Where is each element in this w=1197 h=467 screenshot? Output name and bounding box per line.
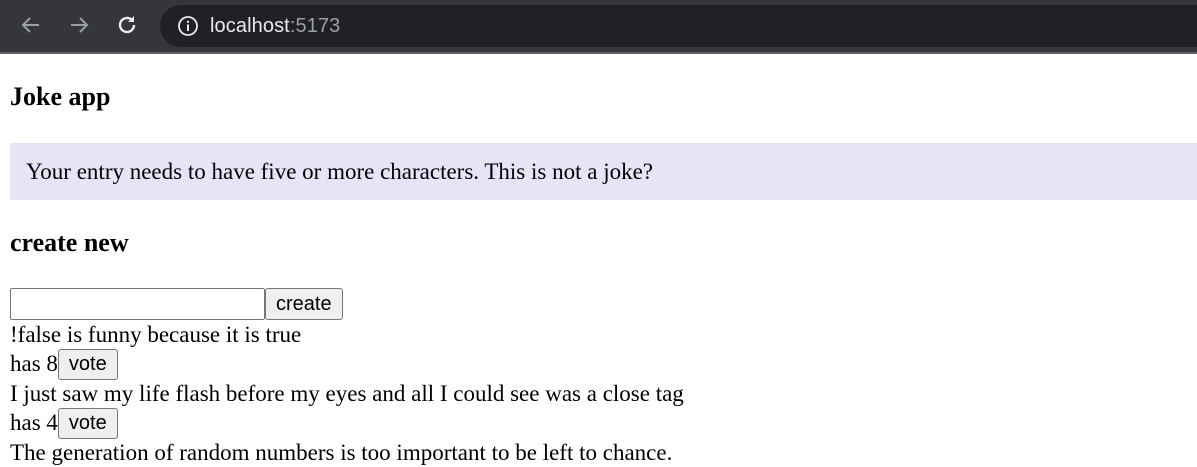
joke-content: I just saw my life flash before my eyes … xyxy=(10,381,684,406)
joke-content: !false is funny because it is true xyxy=(10,322,302,347)
joke-votes: has 8 vote xyxy=(10,348,684,380)
vote-count: 8 xyxy=(46,351,58,376)
vote-button[interactable]: vote xyxy=(57,348,118,380)
back-button[interactable] xyxy=(14,8,48,42)
joke-input[interactable] xyxy=(10,288,265,320)
arrow-right-icon xyxy=(71,17,89,33)
create-form: create xyxy=(10,288,343,320)
info-icon[interactable] xyxy=(176,14,200,38)
has-label: has xyxy=(10,410,41,435)
create-button[interactable]: create xyxy=(265,288,343,320)
joke-content: The generation of random numbers is too … xyxy=(10,440,673,465)
notification-banner: Your entry needs to have five or more ch… xyxy=(10,143,1197,200)
joke-votes: has 4 vote xyxy=(10,407,684,439)
vote-count: 4 xyxy=(46,410,58,435)
notification-text: Your entry needs to have five or more ch… xyxy=(26,158,653,184)
list-item: !false is funny because it is true has 8… xyxy=(10,320,684,380)
url-text[interactable]: localhost:5173 xyxy=(210,15,340,38)
vote-button[interactable]: vote xyxy=(57,407,118,439)
forward-button[interactable] xyxy=(62,8,96,42)
page-title: Joke app xyxy=(10,82,111,111)
create-heading: create new xyxy=(10,228,129,257)
url-port: :5173 xyxy=(289,14,341,37)
arrow-left-icon xyxy=(21,17,39,33)
reload-button[interactable] xyxy=(110,8,144,42)
list-item: I just saw my life flash before my eyes … xyxy=(10,379,684,439)
url-host: localhost xyxy=(210,14,290,37)
joke-list: !false is funny because it is true has 8… xyxy=(10,320,684,467)
has-label: has xyxy=(10,351,41,376)
list-item: The generation of random numbers is too … xyxy=(10,438,684,467)
reload-icon xyxy=(118,16,136,34)
address-bar[interactable]: localhost:5173 xyxy=(160,5,1197,47)
browser-toolbar: localhost:5173 xyxy=(0,0,1197,54)
